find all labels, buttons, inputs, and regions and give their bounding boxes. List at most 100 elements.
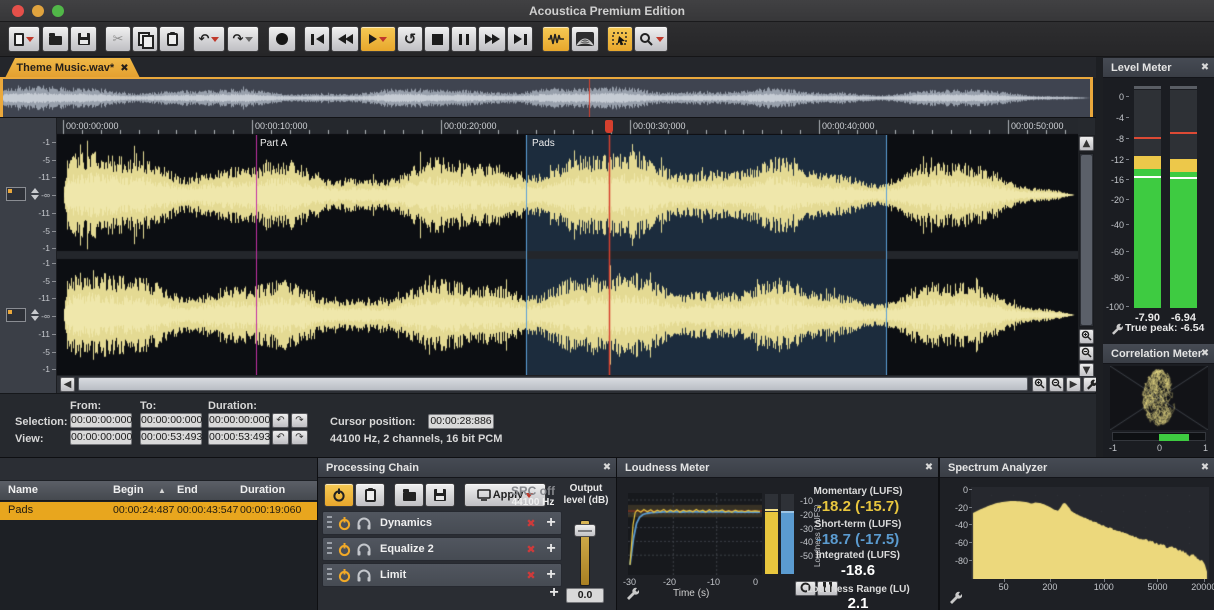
horizontal-scrollbar-thumb[interactable] <box>78 377 1028 391</box>
rewind-button[interactable] <box>331 26 359 52</box>
ffwd-icon2 <box>492 34 500 44</box>
overview-waveform[interactable] <box>0 79 1093 117</box>
vertical-zoom-in-button[interactable] <box>1079 329 1094 344</box>
marker-label-part-a[interactable]: Part A <box>260 138 287 149</box>
waveform-view-button[interactable] <box>542 26 570 52</box>
insert-effect-icon[interactable]: + <box>541 540 561 558</box>
chain-item-dynamics[interactable]: Dynamics✖+ <box>322 511 562 535</box>
go-end-icon <box>524 34 527 45</box>
chain-item-equalize-2[interactable]: Equalize 2✖+ <box>322 537 562 561</box>
level-meter-close-icon[interactable]: ✖ <box>1196 58 1214 78</box>
copy-button[interactable] <box>132 26 158 52</box>
zoom-out-button[interactable] <box>1049 377 1064 392</box>
drag-handle-icon[interactable] <box>327 542 332 556</box>
playhead-handle[interactable] <box>605 120 613 133</box>
vertical-zoom-out-button[interactable] <box>1079 346 1094 361</box>
drag-handle-icon[interactable] <box>327 568 332 582</box>
vertical-scrollbar-track[interactable] <box>1079 153 1094 327</box>
cell-end: 00:00:43:547 <box>177 504 238 516</box>
stop-button[interactable] <box>424 26 450 52</box>
selection-tool-button[interactable] <box>607 26 633 52</box>
vertical-scrollbar-thumb[interactable] <box>1081 155 1092 325</box>
view-redo-button[interactable]: ↷ <box>291 430 308 445</box>
overview-left-bracket[interactable] <box>0 79 3 117</box>
chain-save-button[interactable] <box>425 483 455 507</box>
spectrum-analyzer-close-icon[interactable]: ✖ <box>1196 458 1214 478</box>
chain-item-limit[interactable]: Limit✖+ <box>322 563 562 587</box>
horizontal-scrollbar[interactable]: ◀ ▶ <box>57 376 1095 393</box>
selection-to-field[interactable]: 00:00:00:000 <box>140 413 202 428</box>
view-to-field[interactable]: 00:00:53:493 <box>140 430 202 445</box>
chain-copy-button[interactable] <box>355 483 385 507</box>
document-tab[interactable]: Theme Music.wav* ✖ <box>5 58 140 78</box>
spectrum-settings-icon[interactable] <box>948 590 962 604</box>
output-level-slider-thumb[interactable] <box>574 524 596 537</box>
column-end[interactable]: End <box>177 484 198 496</box>
timeline-ruler[interactable] <box>57 118 1078 135</box>
remove-effect-icon[interactable]: ✖ <box>521 569 541 582</box>
ruler-label-3: 00:00:30:000 <box>633 121 686 131</box>
processing-chain-close-icon[interactable]: ✖ <box>598 458 616 478</box>
fast-forward-button[interactable] <box>478 26 506 52</box>
zoom-in-button[interactable] <box>1032 377 1047 392</box>
record-button[interactable] <box>268 26 296 52</box>
region-label-pads[interactable]: Pads <box>532 138 555 149</box>
power-icon[interactable] <box>337 516 352 531</box>
drag-handle-icon[interactable] <box>327 516 332 530</box>
chain-open-button[interactable] <box>394 483 424 507</box>
open-file-button[interactable] <box>42 26 69 52</box>
channel2-select-control[interactable] <box>6 308 26 322</box>
loop-playback-button[interactable]: ↺ <box>397 26 423 52</box>
power-icon[interactable] <box>337 542 352 557</box>
spectrum-view-button[interactable] <box>571 26 599 52</box>
selection-duration-field[interactable]: 00:00:00:000 <box>208 413 270 428</box>
go-to-start-button[interactable] <box>304 26 330 52</box>
overview-right-bracket[interactable] <box>1090 79 1093 117</box>
right-splitter[interactable] <box>1096 57 1103 458</box>
headphones-icon[interactable] <box>356 516 372 530</box>
selection-redo-button[interactable]: ↷ <box>291 413 308 428</box>
view-undo-button[interactable]: ↶ <box>272 430 289 445</box>
zoom-tool-button[interactable] <box>634 26 668 52</box>
chain-enable-button[interactable] <box>324 483 354 507</box>
save-file-button[interactable] <box>70 26 97 52</box>
paste-button[interactable] <box>159 26 185 52</box>
document-tab-close-icon[interactable]: ✖ <box>120 63 128 74</box>
cut-button[interactable]: ✂ <box>105 26 131 52</box>
level-bar-right-peak-line <box>1170 132 1197 134</box>
insert-effect-icon[interactable]: + <box>541 514 561 532</box>
level-meter-settings-icon[interactable] <box>1110 322 1123 335</box>
column-begin[interactable]: Begin <box>113 484 144 496</box>
channel1-select-control[interactable] <box>6 187 26 201</box>
column-duration[interactable]: Duration <box>240 484 285 496</box>
selection-undo-button[interactable]: ↶ <box>272 413 289 428</box>
scroll-up-button[interactable]: ▲ <box>1079 136 1094 151</box>
undo-button[interactable]: ↶ <box>193 26 225 52</box>
remove-effect-icon[interactable]: ✖ <box>521 543 541 556</box>
waveform-editor[interactable] <box>57 135 1078 375</box>
loudness-meter-close-icon[interactable]: ✖ <box>920 458 938 478</box>
new-file-button[interactable] <box>8 26 40 52</box>
column-name[interactable]: Name <box>8 484 38 496</box>
cursor-position-field[interactable]: 00:00:28:886 <box>428 414 494 429</box>
headphones-icon[interactable] <box>356 568 372 582</box>
selection-from-field[interactable]: 00:00:00:000 <box>70 413 132 428</box>
pause-button[interactable] <box>451 26 477 52</box>
scroll-right-button[interactable]: ▶ <box>1066 377 1081 392</box>
redo-button[interactable]: ↷ <box>227 26 259 52</box>
scroll-left-button[interactable]: ◀ <box>60 377 75 392</box>
view-from-field[interactable]: 00:00:00:000 <box>70 430 132 445</box>
view-duration-field[interactable]: 00:00:53:493 <box>208 430 270 445</box>
go-to-end-button[interactable] <box>507 26 533 52</box>
spec-xtick-mark <box>1004 579 1005 582</box>
correlation-meter-close-icon[interactable]: ✖ <box>1196 344 1214 364</box>
loudness-settings-icon[interactable] <box>625 586 639 600</box>
insert-effect-icon[interactable]: + <box>541 566 561 584</box>
play-button[interactable] <box>360 26 396 52</box>
remove-effect-icon[interactable]: ✖ <box>521 517 541 530</box>
output-level-value-field[interactable]: 0.0 <box>566 588 604 603</box>
region-table-row[interactable]: Pads 00:00:24:487 00:00:43:547 00:00:19:… <box>0 502 317 520</box>
power-icon[interactable] <box>337 568 352 583</box>
loudness-history-graph <box>628 493 762 575</box>
headphones-icon[interactable] <box>356 542 372 556</box>
